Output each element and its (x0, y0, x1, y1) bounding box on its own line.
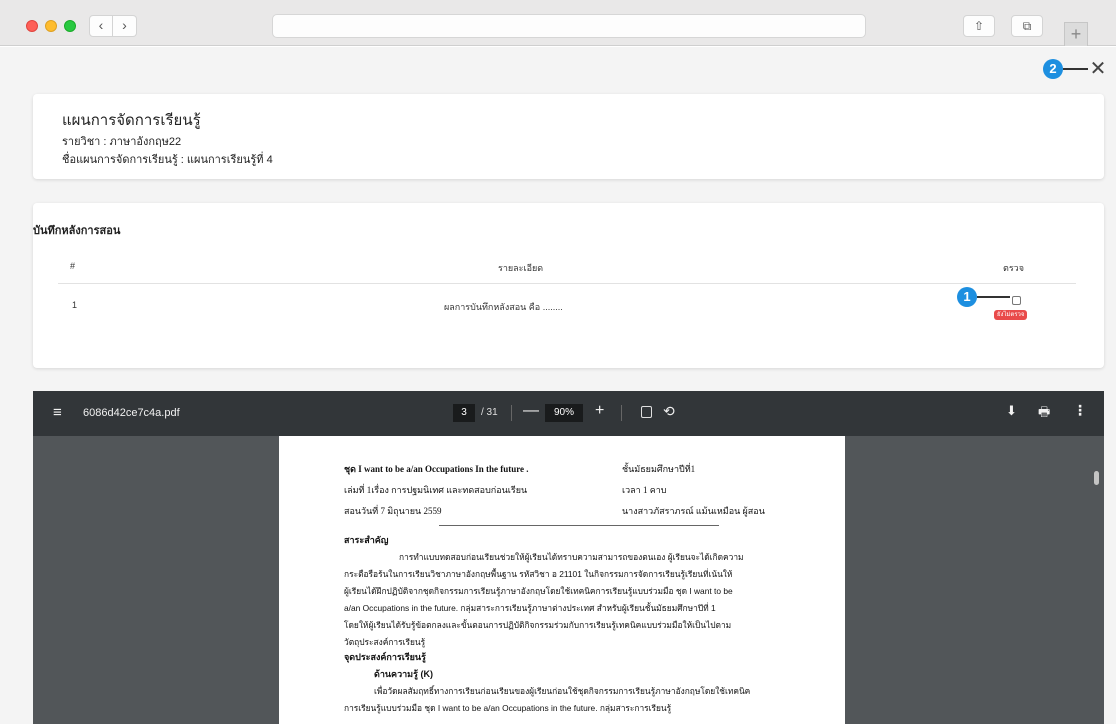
print-icon[interactable]: 🖶 (1038, 403, 1050, 425)
doc-body-line: ผู้เรียนได้ฝึกปฏิบัติจากชุดกิจกรรมการเรี… (344, 586, 733, 596)
chevron-right-icon: › (122, 17, 127, 33)
chevron-left-icon: ‹ (98, 17, 104, 33)
review-checkbox[interactable] (1012, 296, 1021, 305)
address-bar[interactable] (272, 14, 866, 38)
plus-icon: + (1070, 24, 1082, 44)
new-tab-button[interactable]: + (1064, 22, 1088, 46)
doc-header-line: เวลา 1 คาบ (622, 485, 667, 495)
doc-section-title: สาระสำคัญ (344, 535, 389, 545)
callout-badge-1: 1 (957, 287, 977, 307)
doc-body-line: กระตือรือร้นในการเรียนวิชาภาษาอังกฤษพื้น… (344, 569, 733, 579)
doc-body-line: โดยให้ผู้เรียนได้รับรู้ข้อตกลงและขั้นตอน… (344, 620, 732, 630)
column-header-number: # (70, 261, 76, 271)
doc-header-line: สอนวันที่ 7 มิถุนายน 2559 (344, 506, 442, 516)
zoom-out-button[interactable]: — (523, 402, 539, 420)
toolbar-divider (511, 405, 512, 421)
doc-subsection-title: ด้านความรู้ (K) (374, 669, 433, 679)
minimize-window-button[interactable] (45, 20, 57, 32)
doc-body-line: การทำแบบทดสอบก่อนเรียนช่วยให้ผู้เรียนได้… (399, 552, 744, 562)
teaching-notes-title: บันทึกหลังการสอน (33, 225, 121, 237)
pdf-file-name: 6086d42ce7c4a.pdf (83, 407, 180, 419)
page-number-input[interactable]: 3 (453, 404, 475, 422)
doc-header-line: ชั้นมัธยมศึกษาปีที่1 (622, 464, 696, 474)
more-options-icon[interactable]: ⋮ (1073, 402, 1087, 419)
zoom-in-button[interactable]: + (595, 402, 604, 420)
zoom-level-input[interactable]: 90% (545, 404, 583, 422)
browser-titlebar: ‹ › ⇧ ⧉ + (0, 0, 1116, 46)
callout-line (1063, 68, 1088, 70)
lesson-plan-title: แผนการจัดการเรียนรู้ (62, 112, 201, 129)
download-icon[interactable]: ⬇ (1006, 403, 1017, 419)
share-icon: ⇧ (973, 19, 985, 33)
callout-badge-2: 2 (1043, 59, 1063, 79)
menu-icon[interactable]: ≡ (53, 404, 62, 421)
toolbar-divider (621, 405, 622, 421)
status-badge: ยังไม่ตรวจ (994, 310, 1028, 320)
column-header-detail: รายละเอียด (498, 263, 544, 273)
doc-body-line: เพื่อวัดผลสัมฤทธิ์ทางการเรียนก่อนเรียนขอ… (374, 686, 751, 696)
tab-overview-button[interactable]: ⧉ (1011, 15, 1043, 37)
rotate-icon[interactable]: ⟲ (663, 403, 675, 420)
close-icon[interactable]: ✕ (1088, 59, 1108, 79)
doc-header-line: นางสาวภัสราภรณ์ แม้นเหมือน ผู้สอน (622, 506, 765, 516)
maximize-window-button[interactable] (64, 20, 76, 32)
column-header-check: ตรวจ (1003, 263, 1025, 273)
table-divider (58, 283, 1076, 284)
plan-name-label: ชื่อแผนการจัดการเรียนรู้ : แผนการเรียนรู… (62, 154, 273, 166)
page-content: 2 ✕ แผนการจัดการเรียนรู้ รายวิชา : ภาษาอ… (0, 47, 1116, 724)
doc-body-line: การเรียนรู้แบบร่วมมือ ชุด I want to be a… (344, 703, 672, 713)
share-button[interactable]: ⇧ (963, 15, 995, 37)
pdf-viewer: ≡ 6086d42ce7c4a.pdf 3 / 31 — 90% + ⟲ ⬇ 🖶… (33, 391, 1104, 724)
doc-header-line: เล่มที่ 1เรื่อง การปฐมนิเทศ และทดสอบก่อน… (344, 485, 528, 495)
page-total: / 31 (481, 407, 498, 418)
tabs-icon: ⧉ (1022, 19, 1032, 33)
lesson-plan-card: แผนการจัดการเรียนรู้ รายวิชา : ภาษาอังกฤ… (33, 94, 1104, 179)
pdf-scrollbar[interactable] (1094, 471, 1099, 485)
pdf-toolbar: ≡ 6086d42ce7c4a.pdf 3 / 31 — 90% + ⟲ ⬇ 🖶… (33, 391, 1104, 436)
subject-label: รายวิชา : ภาษาอังกฤษ22 (62, 136, 182, 148)
doc-body-line: วัตถุประสงค์การเรียนรู้ (344, 637, 426, 647)
forward-button[interactable]: › (113, 15, 137, 37)
doc-section-title: จุดประสงค์การเรียนรู้ (344, 652, 426, 662)
close-window-button[interactable] (26, 20, 38, 32)
fit-page-icon[interactable] (641, 406, 652, 418)
row-detail: ผลการบันทึกหลังสอน คือ ........ (444, 302, 563, 312)
doc-divider (439, 525, 719, 526)
doc-header-line: ชุด I want to be a/an Occupations In the… (344, 464, 529, 474)
teaching-notes-card: บันทึกหลังการสอน # รายละเอียด ตรวจ 1 ผลก… (33, 203, 1104, 368)
pdf-page: ชุด I want to be a/an Occupations In the… (279, 436, 845, 724)
row-number: 1 (72, 300, 78, 310)
doc-body-line: a/an Occupations in the future. กลุ่มสาร… (344, 603, 716, 613)
callout-line (977, 296, 1010, 298)
back-button[interactable]: ‹ (89, 15, 113, 37)
